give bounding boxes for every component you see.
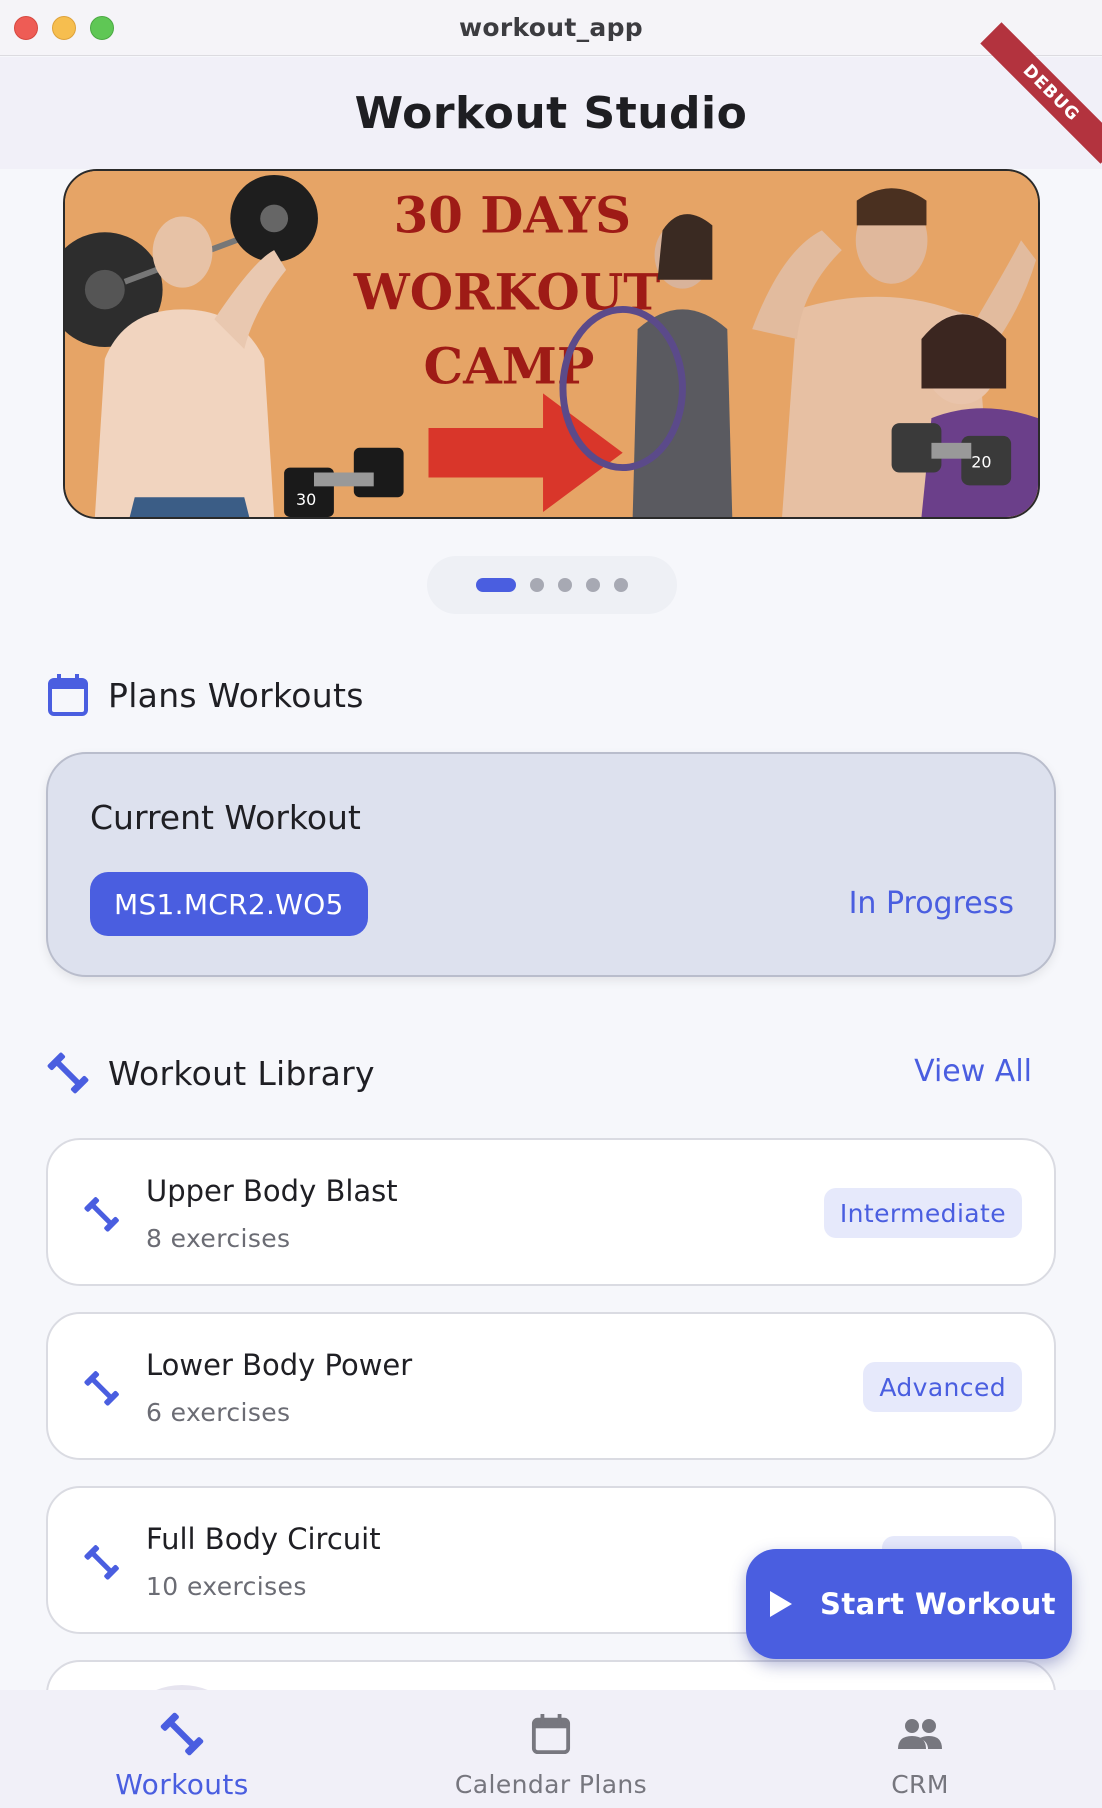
nav-item-crm[interactable]: CRM (780, 1690, 1060, 1808)
dumbbell-icon (80, 1366, 124, 1410)
workout-level-badge: Intermediate (823, 1188, 1022, 1238)
current-workout-status: In Progress (848, 886, 1014, 921)
dumbbell-icon (150, 1708, 214, 1760)
calendar-icon (46, 673, 90, 717)
banner-text-line1: 30 DAYS (394, 185, 631, 244)
start-workout-label: Start Workout (820, 1587, 1056, 1621)
library-section-header: Workout Library (46, 1051, 375, 1095)
window-titlebar: workout_app (0, 0, 1102, 56)
plans-section-header: Plans Workouts (46, 673, 364, 717)
nav-label-calendar-plans: Calendar Plans (454, 1770, 648, 1799)
workout-list-item[interactable]: Lower Body Power 6 exercises Advanced (46, 1312, 1056, 1460)
workout-name: Full Body Circuit (146, 1522, 381, 1556)
dumbbell-icon (80, 1540, 124, 1584)
play-icon (770, 1591, 793, 1617)
carousel-dot[interactable] (614, 578, 628, 592)
window-controls (14, 16, 114, 40)
workout-exercise-count: 6 exercises (146, 1398, 291, 1427)
calendar-icon (519, 1708, 583, 1760)
dumbbell-weight-label: 30 (296, 490, 316, 509)
dumbbell-icon (46, 1051, 90, 1095)
carousel-dot[interactable] (586, 578, 600, 592)
workout-list-item[interactable] (46, 1660, 1056, 1690)
carousel-dot-active[interactable] (476, 578, 516, 592)
plans-section-title: Plans Workouts (108, 675, 364, 715)
workout-name: Upper Body Blast (146, 1174, 398, 1208)
minimize-window-button[interactable] (52, 16, 76, 40)
app-bar: Workout Studio (0, 57, 1102, 169)
nav-item-workouts[interactable]: Workouts (42, 1690, 322, 1808)
page-title: Workout Studio (354, 87, 748, 139)
dumbbell-weight-label: 20 (971, 453, 991, 472)
view-all-link[interactable]: View All (914, 1054, 1032, 1089)
people-icon (888, 1708, 952, 1760)
window-title: workout_app (459, 13, 643, 42)
workout-camp-banner-image: 30 30 DAYS WORKOUT CAMP 20 (65, 171, 1038, 517)
carousel-indicator[interactable] (427, 556, 677, 614)
nav-label-workouts: Workouts (115, 1768, 249, 1801)
carousel-dot[interactable] (558, 578, 572, 592)
library-section-title: Workout Library (108, 1053, 375, 1093)
bottom-navigation: Workouts Calendar Plans CRM (0, 1690, 1102, 1808)
nav-label-crm: CRM (891, 1770, 949, 1799)
current-workout-code-chip[interactable]: MS1.MCR2.WO5 (90, 872, 368, 936)
current-workout-label: Current Workout (90, 798, 361, 837)
workout-name: Lower Body Power (146, 1348, 413, 1382)
maximize-window-button[interactable] (90, 16, 114, 40)
carousel-dot[interactable] (530, 578, 544, 592)
nav-item-calendar-plans[interactable]: Calendar Plans (411, 1690, 691, 1808)
close-window-button[interactable] (14, 16, 38, 40)
workout-level-badge: Advanced (863, 1362, 1022, 1412)
workout-exercise-count: 8 exercises (146, 1224, 291, 1253)
current-workout-card[interactable]: Current Workout MS1.MCR2.WO5 In Progress (46, 752, 1056, 977)
workout-exercise-count: 10 exercises (146, 1572, 307, 1601)
promo-banner[interactable]: 30 30 DAYS WORKOUT CAMP 20 (63, 169, 1040, 519)
workout-list-item[interactable]: Upper Body Blast 8 exercises Intermediat… (46, 1138, 1056, 1286)
start-workout-button[interactable]: Start Workout (746, 1549, 1072, 1659)
dumbbell-icon (80, 1192, 124, 1236)
